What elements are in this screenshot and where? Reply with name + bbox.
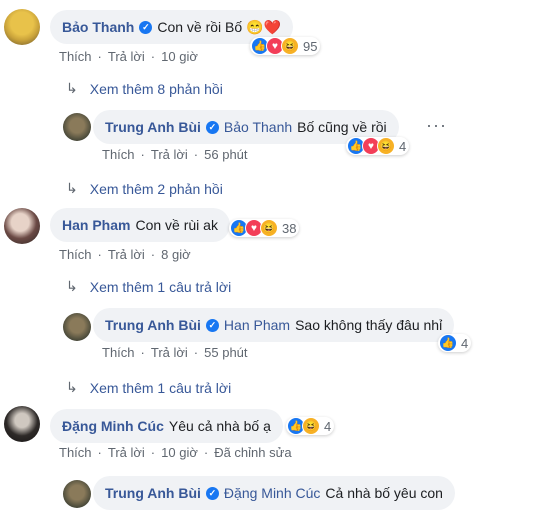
avatar[interactable] <box>63 480 91 508</box>
view-more-replies-label[interactable]: Xem thêm 8 phản hồi <box>90 81 223 97</box>
comment-author[interactable]: Đặng Minh Cúc <box>62 418 164 434</box>
comment-actions: Thích · Trả lời · 8 giờ <box>59 247 191 262</box>
view-more-replies-label[interactable]: Xem thêm 1 câu trả lời <box>90 279 231 295</box>
reply-time[interactable]: 55 phút <box>204 345 247 360</box>
view-more-replies[interactable]: ↳ Xem thêm 1 câu trả lời <box>66 278 231 295</box>
separator-dot: · <box>140 147 145 162</box>
reply-bubble: Trung Anh Bùi ✓ Đặng Minh Cúc Cả nhà bố … <box>93 476 455 510</box>
reply-button[interactable]: Trả lời <box>108 445 145 460</box>
separator-dot: · <box>97 445 102 460</box>
reply-arrow-icon: ↳ <box>66 278 78 294</box>
separator-dot: · <box>97 49 102 64</box>
separator-dot: · <box>140 345 145 360</box>
comment-time[interactable]: 10 giờ <box>161 445 198 460</box>
like-button[interactable]: Thích <box>59 49 92 64</box>
verified-badge-icon: ✓ <box>205 486 219 500</box>
reaction-count: 95 <box>303 38 318 54</box>
comment-time[interactable]: 10 giờ <box>161 49 198 64</box>
reply-text: Sao không thấy đâu nhỉ <box>295 317 443 333</box>
reaction-count: 4 <box>461 335 469 351</box>
comment-time[interactable]: 8 giờ <box>161 247 191 262</box>
separator-dot: · <box>150 247 156 262</box>
verified-badge-icon: ✓ <box>205 318 219 332</box>
like-button[interactable]: Thích <box>102 147 135 162</box>
comment-actions: Thích · Trả lời · 10 giờ · Đã chỉnh sửa <box>59 445 292 460</box>
reaction-count: 38 <box>282 220 297 236</box>
reply-bubble: Trung Anh Bùi ✓ Han Pham Sao không thấy … <box>93 308 455 342</box>
reply-actions: Thích · Trả lời · 56 phút <box>102 147 248 162</box>
comment-author[interactable]: Bảo Thanh <box>62 19 134 35</box>
view-more-replies[interactable]: ↳ Xem thêm 1 câu trả lời <box>66 379 231 396</box>
separator-dot: · <box>150 49 156 64</box>
comment-bubble: Đặng Minh Cúc Yêu cả nhà bố ạ <box>50 409 283 443</box>
verified-badge-icon: ✓ <box>139 20 153 34</box>
reply-author[interactable]: Trung Anh Bùi <box>105 485 201 501</box>
reply-arrow-icon: ↳ <box>66 379 78 395</box>
mention-tag[interactable]: Đặng Minh Cúc <box>224 485 321 501</box>
avatar[interactable] <box>63 313 91 341</box>
reaction-summary[interactable]: 👍 ♥ 😆 95 <box>250 37 321 55</box>
reply-time[interactable]: 56 phút <box>204 147 247 162</box>
view-more-replies-label[interactable]: Xem thêm 1 câu trả lời <box>90 380 231 396</box>
view-more-replies-label[interactable]: Xem thêm 2 phản hồi <box>90 181 223 197</box>
comment-author[interactable]: Han Pham <box>62 217 130 233</box>
mention-tag[interactable]: Han Pham <box>224 317 290 333</box>
avatar[interactable] <box>4 406 40 442</box>
reply-button[interactable]: Trả lời <box>108 247 145 262</box>
reply-text: Bố cũng về rồi <box>297 119 387 135</box>
reply-actions: Thích · Trả lời · 55 phút <box>102 345 248 360</box>
edited-label[interactable]: Đã chỉnh sửa <box>214 445 291 460</box>
reaction-count: 4 <box>399 138 407 154</box>
like-button[interactable]: Thích <box>102 345 135 360</box>
reaction-summary[interactable]: 👍 ♥ 😆 38 <box>229 219 300 237</box>
avatar[interactable] <box>4 9 40 45</box>
reply-button[interactable]: Trả lời <box>108 49 145 64</box>
view-more-replies[interactable]: ↳ Xem thêm 2 phản hồi <box>66 180 223 197</box>
separator-dot: · <box>203 445 209 460</box>
reply-arrow-icon: ↳ <box>66 80 78 96</box>
reply-author[interactable]: Trung Anh Bùi <box>105 119 201 135</box>
reaction-summary[interactable]: 👍 ♥ 😆 4 <box>346 137 410 155</box>
comment-text: Con về rồi Bố 😁❤️ <box>157 18 281 35</box>
reply-button[interactable]: Trả lời <box>151 147 188 162</box>
avatar[interactable] <box>63 113 91 141</box>
separator-dot: · <box>193 345 199 360</box>
avatar[interactable] <box>4 208 40 244</box>
reply-button[interactable]: Trả lời <box>151 345 188 360</box>
like-button[interactable]: Thích <box>59 247 92 262</box>
separator-dot: · <box>150 445 156 460</box>
like-button[interactable]: Thích <box>59 445 92 460</box>
mention-tag[interactable]: Bảo Thanh <box>224 119 292 135</box>
comment-bubble: Han Pham Con về rùi ak <box>50 208 230 242</box>
comment-actions: Thích · Trả lời · 10 giờ <box>59 49 198 64</box>
reply-author[interactable]: Trung Anh Bùi <box>105 317 201 333</box>
haha-reaction-icon: 😆 <box>302 417 320 435</box>
reaction-count: 4 <box>324 418 332 434</box>
comment-text: Con về rùi ak <box>135 217 218 233</box>
reply-text: Cả nhà bố yêu con <box>325 485 443 501</box>
comment-text: Yêu cả nhà bố ạ <box>168 418 271 434</box>
more-options-icon[interactable]: ··· <box>426 115 447 136</box>
haha-reaction-icon: 😆 <box>377 137 395 155</box>
haha-reaction-icon: 😆 <box>260 219 278 237</box>
verified-badge-icon: ✓ <box>205 120 219 134</box>
separator-dot: · <box>97 247 102 262</box>
like-reaction-icon: 👍 <box>439 334 457 352</box>
view-more-replies[interactable]: ↳ Xem thêm 8 phản hồi <box>66 80 223 97</box>
separator-dot: · <box>193 147 199 162</box>
reaction-summary[interactable]: 👍 😆 4 <box>286 417 335 435</box>
haha-reaction-icon: 😆 <box>281 37 299 55</box>
reply-arrow-icon: ↳ <box>66 180 78 196</box>
reaction-summary[interactable]: 👍 4 <box>438 334 472 352</box>
